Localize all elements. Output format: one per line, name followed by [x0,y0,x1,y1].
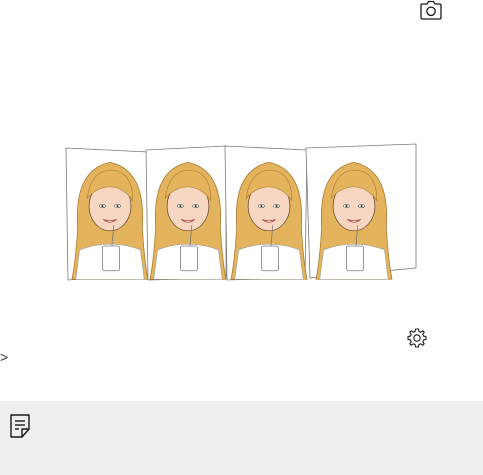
burst-shot-illustration [60,140,422,290]
note-icon [9,413,31,439]
gear-icon [407,328,427,348]
camera-icon [420,0,442,20]
note-box [0,401,483,475]
chevron-right-icon: > [0,349,9,365]
